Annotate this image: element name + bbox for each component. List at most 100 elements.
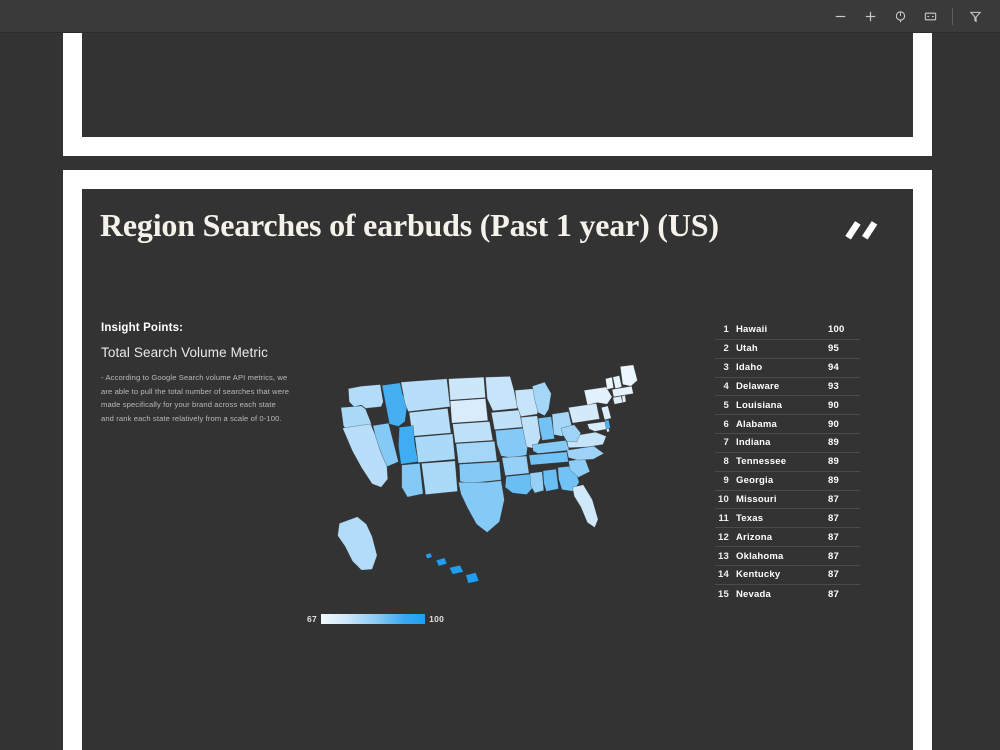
insight-body-text: - According to Google Search volume API … [101, 371, 291, 425]
rank-value: 90 [828, 419, 860, 430]
rank-state-name: Oklahoma [736, 551, 828, 562]
table-row: 10Missouri87 [715, 491, 860, 510]
map-state-az[interactable] [402, 463, 423, 497]
rank-index: 9 [715, 475, 736, 486]
insight-points-block: Insight Points: Total Search Volume Metr… [101, 322, 291, 425]
table-row: 14Kentucky87 [715, 566, 860, 585]
table-row: 6Alabama90 [715, 415, 860, 434]
map-state-tx[interactable] [458, 481, 504, 533]
table-row: 5Louisiana90 [715, 396, 860, 415]
map-state-nc[interactable] [567, 446, 604, 460]
map-state-mt[interactable] [401, 379, 450, 412]
filter-button[interactable] [960, 3, 990, 29]
rank-index: 2 [715, 343, 736, 354]
rank-index: 13 [715, 551, 736, 562]
rank-state-name: Tennessee [736, 456, 828, 467]
rank-state-name: Delaware [736, 381, 828, 392]
map-state-wy[interactable] [409, 408, 451, 436]
map-state-me[interactable] [620, 365, 637, 386]
color-scale-legend: 67 100 [307, 614, 444, 624]
map-state-co[interactable] [415, 434, 455, 463]
zoom-in-button[interactable] [855, 3, 885, 29]
map-state-ok[interactable] [459, 462, 501, 483]
map-state-pa[interactable] [568, 403, 599, 423]
table-row: 15Nevada87 [715, 585, 860, 604]
rank-index: 7 [715, 437, 736, 448]
table-row: 9Georgia89 [715, 472, 860, 491]
map-state-in[interactable] [538, 417, 554, 441]
map-state-nm[interactable] [421, 461, 457, 495]
state-ranking-table: 1Hawaii1002Utah953Idaho944Delaware935Lou… [715, 321, 860, 604]
rank-index: 4 [715, 381, 736, 392]
rank-index: 5 [715, 400, 736, 411]
previous-slide[interactable] [63, 33, 932, 156]
rank-index: 15 [715, 589, 736, 600]
map-state-ar[interactable] [502, 456, 529, 476]
map-state-sd[interactable] [450, 399, 488, 424]
map-state-mn[interactable] [486, 376, 518, 411]
rank-value: 94 [828, 362, 860, 373]
reset-view-button[interactable] [885, 3, 915, 29]
us-choropleth-map[interactable] [297, 364, 697, 594]
rank-value: 87 [828, 494, 860, 505]
current-slide-canvas: Region Searches of earbuds (Past 1 year)… [82, 189, 913, 750]
zoom-out-button[interactable] [825, 3, 855, 29]
current-slide[interactable]: Region Searches of earbuds (Past 1 year)… [63, 170, 932, 750]
map-state-al[interactable] [543, 469, 559, 491]
rank-state-name: Louisiana [736, 400, 828, 411]
rank-state-name: Arizona [736, 532, 828, 543]
legend-max-label: 100 [429, 614, 444, 624]
rank-state-name: Texas [736, 513, 828, 524]
rank-index: 3 [715, 362, 736, 373]
map-state-hi[interactable] [426, 553, 479, 583]
rank-value: 89 [828, 475, 860, 486]
viewer-toolbar [0, 0, 1000, 33]
map-state-ne[interactable] [453, 422, 493, 443]
toolbar-divider [952, 8, 953, 25]
map-state-tn[interactable] [529, 452, 568, 465]
map-state-nh[interactable] [613, 376, 622, 389]
rank-value: 90 [828, 400, 860, 411]
fit-page-button[interactable] [915, 3, 945, 29]
rank-value: 89 [828, 437, 860, 448]
rank-index: 8 [715, 456, 736, 467]
map-state-nd[interactable] [449, 377, 486, 400]
rank-value: 89 [828, 456, 860, 467]
map-state-dc[interactable] [606, 428, 609, 432]
map-state-wv[interactable] [561, 425, 581, 442]
table-row: 7Indiana89 [715, 434, 860, 453]
map-state-ny[interactable] [584, 387, 612, 405]
map-state-ak[interactable] [338, 517, 377, 570]
rank-value: 87 [828, 569, 860, 580]
rank-index: 11 [715, 513, 736, 524]
map-state-nj[interactable] [601, 406, 611, 420]
map-state-vt[interactable] [605, 377, 613, 389]
rank-state-name: Missouri [736, 494, 828, 505]
presentation-viewer: Region Searches of earbuds (Past 1 year)… [0, 0, 1000, 750]
map-state-wa[interactable] [348, 385, 383, 409]
rank-value: 87 [828, 551, 860, 562]
rank-state-name: Utah [736, 343, 828, 354]
legend-gradient-bar [321, 614, 425, 624]
map-state-md[interactable] [587, 422, 608, 432]
map-state-fl[interactable] [573, 485, 598, 528]
rank-state-name: Idaho [736, 362, 828, 373]
map-state-ri[interactable] [622, 395, 626, 402]
insight-subheading: Total Search Volume Metric [101, 345, 291, 360]
table-row: 2Utah95 [715, 340, 860, 359]
rank-state-name: Alabama [736, 419, 828, 430]
rank-value: 100 [828, 324, 860, 335]
previous-slide-canvas [82, 33, 913, 137]
slide-scroll-stage[interactable]: Region Searches of earbuds (Past 1 year)… [0, 33, 1000, 750]
rank-state-name: Kentucky [736, 569, 828, 580]
rank-index: 10 [715, 494, 736, 505]
map-state-ms[interactable] [530, 472, 544, 493]
rank-value: 87 [828, 513, 860, 524]
map-state-ia[interactable] [491, 410, 522, 430]
insight-heading: Insight Points: [101, 322, 291, 334]
map-state-mo[interactable] [495, 428, 528, 458]
map-state-la[interactable] [505, 474, 533, 495]
map-state-ct[interactable] [613, 396, 623, 404]
map-state-ks[interactable] [456, 441, 497, 463]
rank-value: 87 [828, 532, 860, 543]
